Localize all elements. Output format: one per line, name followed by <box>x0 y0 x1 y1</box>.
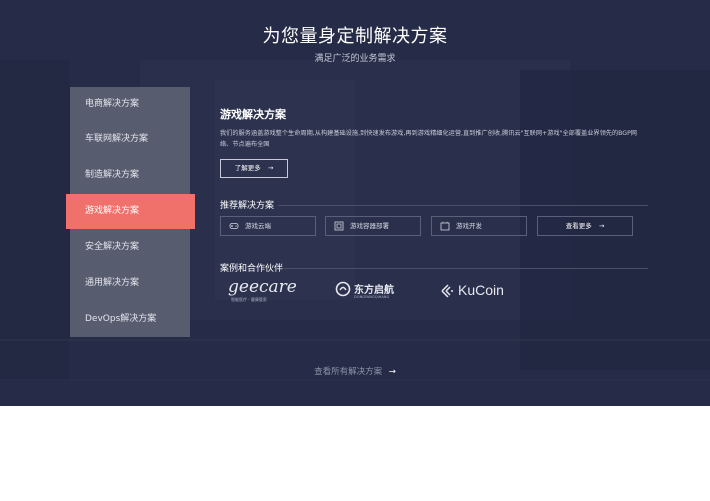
partner-name: KuCoin <box>458 282 504 298</box>
partner-logo-dongfangqihang: 东方启航 DONGFANGQIHANG <box>335 278 415 308</box>
kucoin-logo-icon <box>441 284 453 298</box>
view-all-solutions-link[interactable]: 查看所有解决方案 → <box>0 365 710 377</box>
arrow-right-icon: → <box>267 164 274 172</box>
recommended-item-container-deploy[interactable]: 游戏容器部署 <box>325 216 421 236</box>
solution-description: 我们的服务涵盖游戏整个生命周期,从构建基础设施,到快速发布游戏,再到游戏精细化运… <box>220 130 637 148</box>
dongfang-logo-icon <box>335 281 351 297</box>
partner-name: 东方启航 <box>354 285 394 296</box>
recommended-item-game-dev[interactable]: 游戏开发 <box>431 216 527 236</box>
page-subtitle: 满足广泛的业务需求 <box>314 54 396 64</box>
hero-section: 为您量身定制解决方案 满足广泛的业务需求 电商解决方案 车联网解决方案 制造解决… <box>0 0 710 406</box>
sidebar-item-security[interactable]: 安全解决方案 <box>70 230 190 265</box>
arrow-right-icon: → <box>598 222 605 230</box>
partners-label: 案例和合作伙伴 <box>220 264 284 274</box>
solution-title: 游戏解决方案 <box>220 108 286 121</box>
partner-logo-geecare: geecare 智能医疗 · 健康管家 <box>228 278 308 308</box>
divider <box>278 205 648 206</box>
sidebar-item-iov[interactable]: 车联网解决方案 <box>70 122 190 157</box>
sidebar-item-general[interactable]: 通用解决方案 <box>70 266 190 301</box>
sidebar-item-gaming[interactable]: 游戏解决方案 <box>66 194 195 229</box>
arrow-right-icon: → <box>388 367 396 377</box>
learn-more-button[interactable]: 了解更多 → <box>220 159 288 178</box>
learn-more-label: 了解更多 <box>234 164 261 172</box>
partner-logo-kucoin: KuCoin <box>440 278 520 308</box>
gamepad-icon <box>229 223 239 229</box>
view-all-label: 查看所有解决方案 <box>314 367 383 377</box>
recommended-item-game-cloud[interactable]: 游戏云端 <box>220 216 316 236</box>
partner-tagline: DONGFANGQIHANG <box>354 295 390 299</box>
divider <box>284 268 648 269</box>
container-icon <box>334 221 344 231</box>
recommended-item-label: 游戏容器部署 <box>350 222 389 230</box>
solution-sidebar: 电商解决方案 车联网解决方案 制造解决方案 游戏解决方案 安全解决方案 通用解决… <box>66 87 195 337</box>
sidebar-item-manufacturing[interactable]: 制造解决方案 <box>70 158 190 193</box>
view-more-button[interactable]: 查看更多 → <box>537 216 633 236</box>
partner-tagline: 智能医疗 · 健康管家 <box>231 297 267 302</box>
recommended-item-label: 游戏云端 <box>245 222 271 230</box>
recommended-label: 推荐解决方案 <box>220 201 275 211</box>
dev-icon <box>440 221 450 231</box>
recommended-item-label: 游戏开发 <box>456 222 482 230</box>
sidebar-item-ecommerce[interactable]: 电商解决方案 <box>70 87 190 122</box>
sidebar-item-devops[interactable]: DevOps解决方案 <box>70 302 190 337</box>
view-more-label: 查看更多 <box>565 222 592 230</box>
partner-name: geecare <box>228 277 297 297</box>
page-title: 为您量身定制解决方案 <box>262 26 448 47</box>
